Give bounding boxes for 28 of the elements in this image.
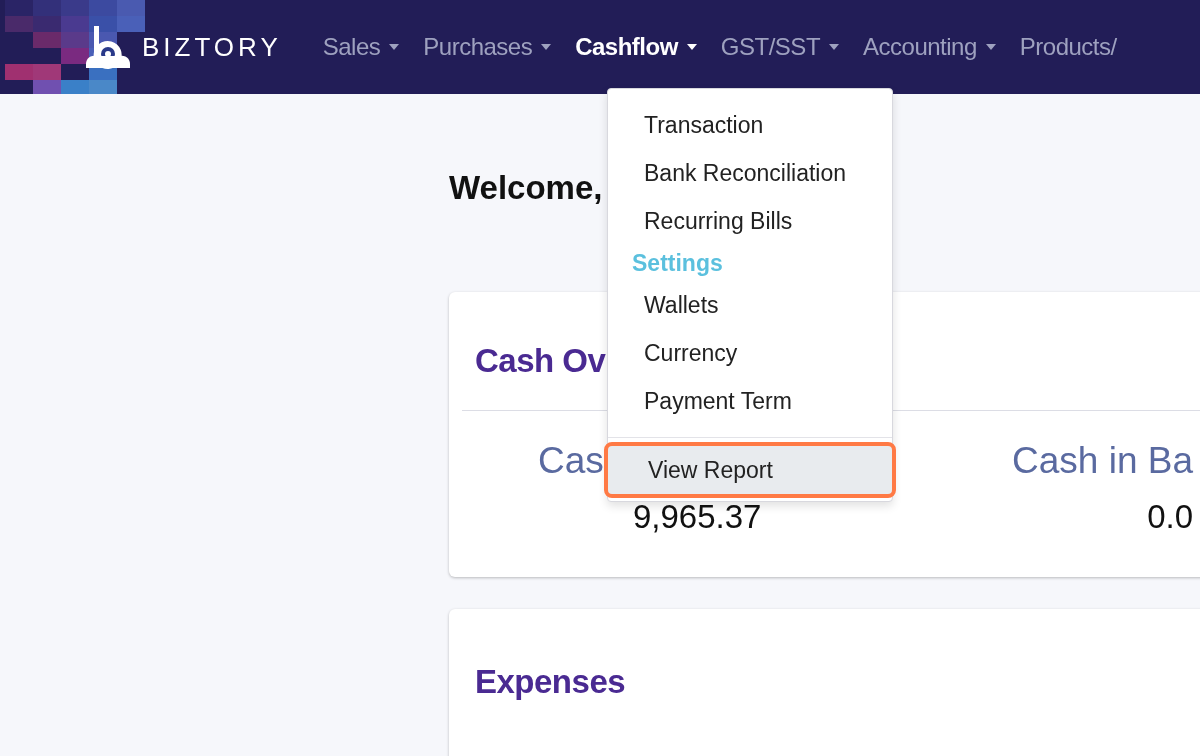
menu-section-heading: Settings xyxy=(631,249,724,278)
caret-icon xyxy=(389,44,400,50)
logo-icon xyxy=(84,24,132,70)
menu-item[interactable]: Currency xyxy=(608,329,892,377)
menu-item[interactable]: View Report xyxy=(604,442,896,498)
stat-value: 9,965.37 xyxy=(633,497,762,537)
card-title: Expenses xyxy=(475,662,626,702)
nav-menu[interactable]: Sales xyxy=(322,29,400,65)
stat-label: Cas xyxy=(538,439,604,483)
caret-icon xyxy=(985,44,996,50)
card-title: Cash Ov xyxy=(475,341,606,381)
nav-menu[interactable]: GST/SST xyxy=(720,29,840,65)
menu-item[interactable]: Bank Reconciliation xyxy=(608,149,892,197)
caret-icon xyxy=(686,44,697,50)
menu-item[interactable]: Recurring Bills xyxy=(608,197,892,245)
menu-item[interactable]: Transaction xyxy=(608,101,892,149)
nav-menu[interactable]: Cashflow xyxy=(575,29,697,65)
nav-menu[interactable]: Products/ xyxy=(1019,29,1117,65)
nav-menu[interactable]: Accounting xyxy=(863,29,996,65)
caret-icon xyxy=(541,44,552,50)
nav-menu[interactable]: Purchases xyxy=(423,29,552,65)
brand-name: BIZTORY xyxy=(142,30,282,64)
stat-label: Cash in Ba xyxy=(1012,439,1193,483)
welcome-heading: Welcome, xyxy=(449,168,603,208)
menu-item[interactable]: Payment Term xyxy=(608,377,892,425)
caret-icon xyxy=(829,44,840,50)
stat-value: 0.0 xyxy=(1147,497,1193,537)
menu-item[interactable]: Wallets xyxy=(608,281,892,329)
